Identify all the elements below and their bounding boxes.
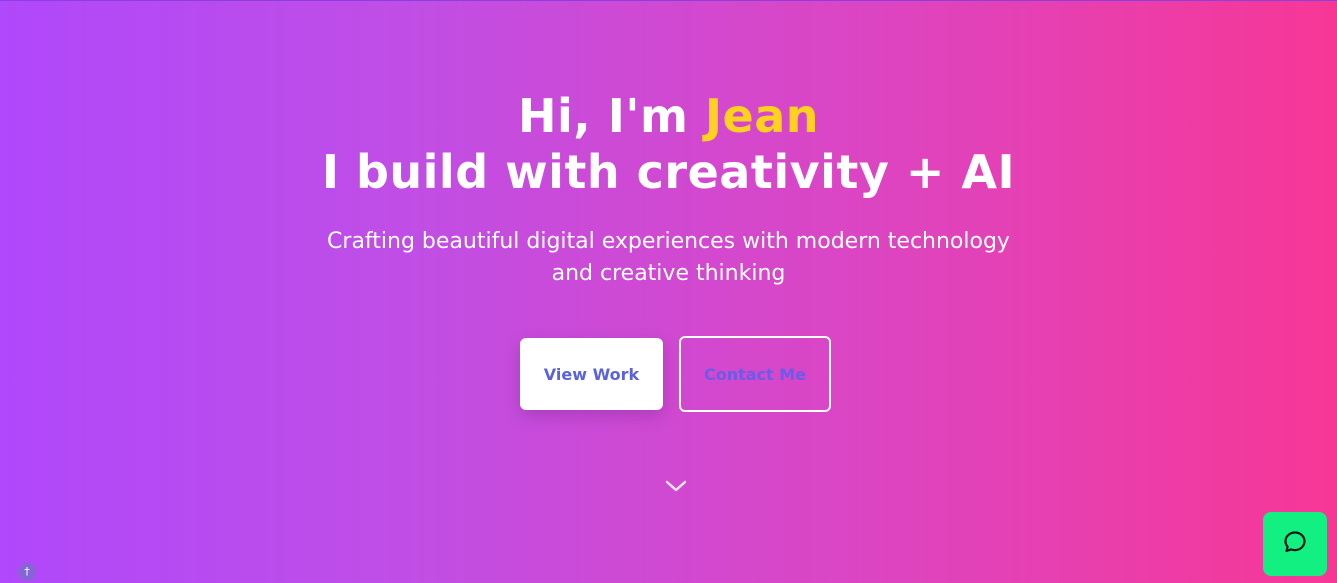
chat-button[interactable] — [1263, 512, 1327, 576]
contact-me-label: Contact Me — [703, 364, 807, 384]
view-work-button[interactable]: View Work — [520, 338, 663, 410]
dagger-icon[interactable]: † — [18, 563, 36, 581]
hero-subtitle: Crafting beautiful digital experiences w… — [0, 226, 1337, 290]
view-work-label: View Work — [543, 364, 640, 384]
subtitle-line-1: Crafting beautiful digital experiences w… — [327, 229, 1010, 254]
hero-headline: Hi, I'm Jean I build with creativity + A… — [0, 88, 1337, 200]
tagline-text: I build with creativity + AI — [321, 145, 1016, 199]
hero-section: Hi, I'm Jean I build with creativity + A… — [0, 0, 1337, 583]
contact-me-button[interactable]: Contact Me — [679, 336, 831, 412]
greeting-text: Hi, I'm — [517, 89, 705, 143]
top-border — [0, 0, 1337, 1]
name-highlight: Jean — [704, 89, 819, 143]
chat-bubble-icon — [1282, 529, 1308, 559]
subtitle-line-2: and creative thinking — [551, 261, 786, 286]
chevron-down-icon[interactable] — [664, 478, 688, 494]
